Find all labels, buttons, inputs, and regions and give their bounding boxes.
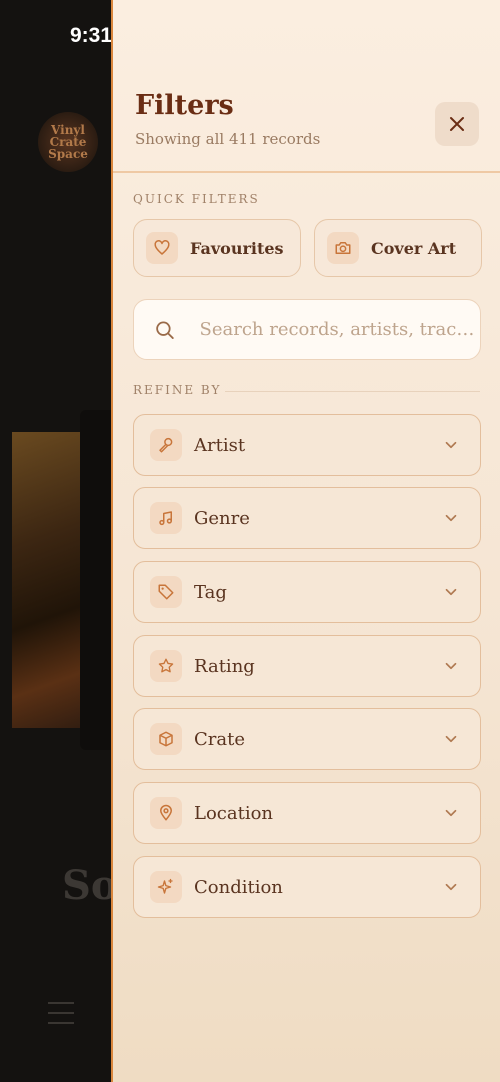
favourites-filter-button[interactable]: Favourites [133, 219, 301, 277]
search-box [133, 299, 481, 360]
drawer-header: Filters Showing all 411 records [113, 0, 500, 173]
hamburger-menu-icon [48, 1002, 74, 1032]
filter-label: Artist [194, 434, 246, 456]
filter-label: Crate [194, 728, 245, 750]
tag-icon [158, 584, 174, 600]
chevron-down-icon [445, 441, 457, 449]
chevron-down-icon [445, 809, 457, 817]
sparkles-icon [157, 878, 173, 894]
filter-crate[interactable]: Crate [133, 708, 481, 770]
filter-tag[interactable]: Tag [133, 561, 481, 623]
music-note-icon [159, 511, 172, 526]
page-title: Filters [135, 90, 234, 121]
chevron-down-icon [445, 514, 457, 522]
filter-label: Rating [194, 655, 255, 677]
filter-location[interactable]: Location [133, 782, 481, 844]
chevron-down-icon [445, 735, 457, 743]
filter-rating[interactable]: Rating [133, 635, 481, 697]
filter-artist[interactable]: Artist [133, 414, 481, 476]
chevron-down-icon [445, 883, 457, 891]
search-icon [156, 320, 174, 339]
section-divider [225, 391, 480, 392]
quick-filters-label: QUICK FILTERS [133, 192, 260, 206]
cover-art-label: Cover Art [371, 238, 457, 258]
filter-label: Condition [194, 876, 283, 898]
filter-condition[interactable]: Condition [133, 856, 481, 918]
microphone-icon [159, 437, 173, 453]
close-icon [450, 117, 464, 131]
records-count-subtitle: Showing all 411 records [135, 130, 321, 148]
filter-label: Location [194, 802, 274, 824]
filter-label: Tag [194, 581, 227, 603]
app-logo: Vinyl Crate Space [38, 112, 98, 172]
cover-art-filter-button[interactable]: Cover Art [314, 219, 482, 277]
filter-genre[interactable]: Genre [133, 487, 481, 549]
refine-by-label: REFINE BY [133, 383, 222, 397]
close-button[interactable] [435, 102, 479, 146]
star-icon [158, 658, 174, 673]
background-title: So [62, 862, 118, 909]
filters-drawer: Filters Showing all 411 records QUICK FI… [111, 0, 500, 1082]
favourites-label: Favourites [190, 238, 284, 258]
search-input[interactable] [197, 318, 480, 341]
box-icon [159, 731, 173, 747]
app-logo-text: Vinyl Crate Space [48, 123, 88, 161]
chevron-down-icon [445, 588, 457, 596]
filter-label: Genre [194, 507, 250, 529]
map-pin-icon [160, 804, 172, 821]
camera-icon [335, 242, 351, 254]
heart-icon [154, 240, 170, 255]
status-time: 9:31 [70, 24, 113, 47]
chevron-down-icon [445, 662, 457, 670]
